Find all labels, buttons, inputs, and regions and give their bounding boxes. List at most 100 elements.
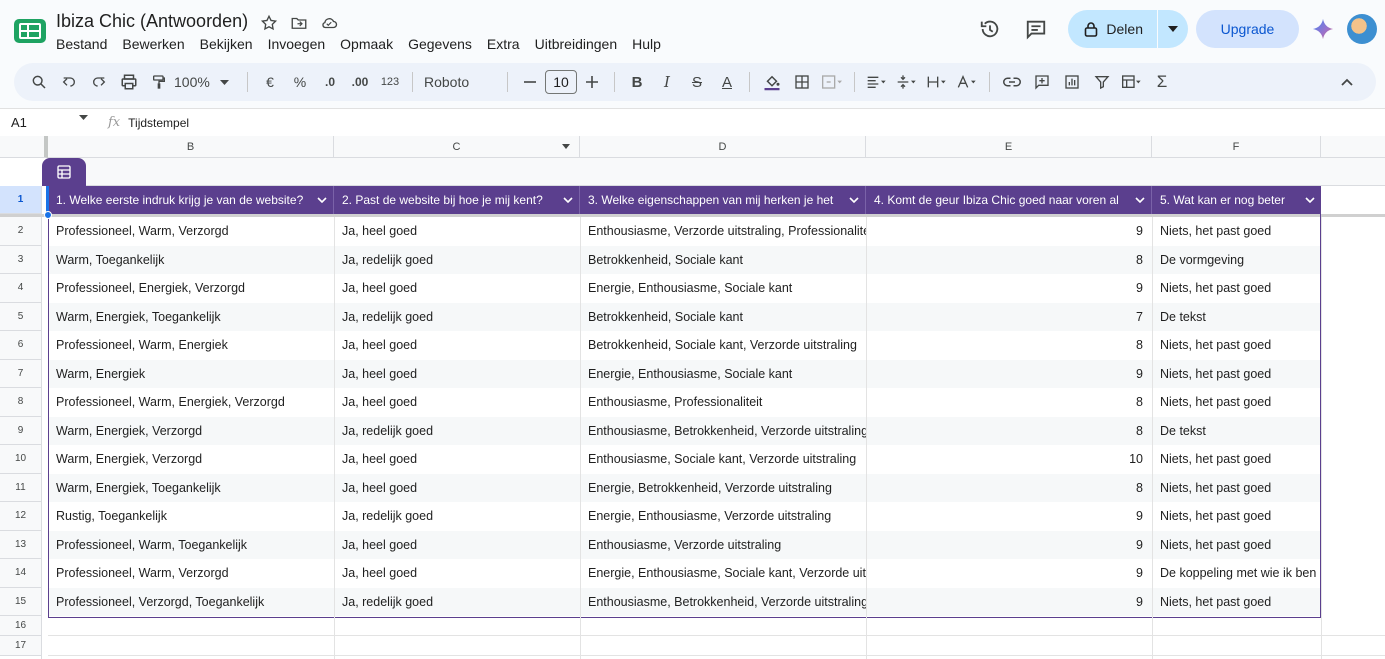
header-cell-d[interactable]: 3. Welke eigenschappen van mij herken je… bbox=[580, 186, 866, 214]
chevron-down-icon[interactable] bbox=[843, 197, 865, 203]
response-improvement-cell[interactable]: Niets, het past goed bbox=[1152, 502, 1321, 531]
menu-bestand[interactable]: Bestand bbox=[56, 36, 107, 52]
response-score-cell[interactable]: 9 bbox=[866, 217, 1152, 246]
response-impression-cell[interactable]: Warm, Energiek, Verzorgd bbox=[48, 445, 334, 474]
row-header[interactable]: 9 bbox=[0, 416, 41, 445]
comments-icon[interactable] bbox=[1018, 11, 1054, 47]
response-fit-cell[interactable]: Ja, redelijk goed bbox=[334, 588, 580, 617]
increase-decimals-button[interactable]: .00 bbox=[345, 68, 375, 96]
row-header[interactable]: 10 bbox=[0, 445, 41, 474]
filter-icon[interactable] bbox=[1087, 68, 1117, 96]
increase-font-size-icon[interactable] bbox=[577, 68, 607, 96]
response-fit-cell[interactable]: Ja, redelijk goed bbox=[334, 502, 580, 531]
row-header[interactable]: 4 bbox=[0, 274, 41, 303]
formula-input[interactable]: Tijdstempel bbox=[128, 116, 189, 130]
response-improvement-cell[interactable]: De koppeling met wie ik ben bbox=[1152, 559, 1321, 588]
column-header-g[interactable] bbox=[1321, 136, 1385, 158]
response-impression-cell[interactable]: Professioneel, Verzorgd, Toegankelijk bbox=[48, 588, 334, 617]
redo-icon[interactable] bbox=[84, 68, 114, 96]
search-menus-icon[interactable] bbox=[24, 68, 54, 96]
response-improvement-cell[interactable]: De vormgeving bbox=[1152, 246, 1321, 275]
text-rotation-icon[interactable] bbox=[952, 68, 982, 96]
response-improvement-cell[interactable]: Niets, het past goed bbox=[1152, 360, 1321, 389]
response-improvement-cell[interactable]: Niets, het past goed bbox=[1152, 274, 1321, 303]
response-improvement-cell[interactable]: Niets, het past goed bbox=[1152, 217, 1321, 246]
response-impression-cell[interactable]: Warm, Energiek, Toegankelijk bbox=[48, 303, 334, 332]
paint-format-icon[interactable] bbox=[144, 68, 174, 96]
chevron-down-icon[interactable] bbox=[557, 197, 579, 203]
response-improvement-cell[interactable]: De tekst bbox=[1152, 303, 1321, 332]
document-title[interactable]: Ibiza Chic (Antwoorden) bbox=[56, 11, 248, 32]
response-improvement-cell[interactable]: Niets, het past goed bbox=[1152, 331, 1321, 360]
header-cell-c[interactable]: 2. Past de website bij hoe je mij kent? bbox=[334, 186, 580, 214]
response-score-cell[interactable]: 8 bbox=[866, 417, 1152, 446]
response-traits-cell[interactable]: Energie, Enthousiasme, Sociale kant bbox=[580, 360, 866, 389]
print-icon[interactable] bbox=[114, 68, 144, 96]
vertical-align-icon[interactable] bbox=[892, 68, 922, 96]
chevron-down-icon[interactable] bbox=[1299, 197, 1321, 203]
column-header-d[interactable]: D bbox=[580, 136, 866, 158]
response-impression-cell[interactable]: Professioneel, Energiek, Verzorgd bbox=[48, 274, 334, 303]
response-fit-cell[interactable]: Ja, heel goed bbox=[334, 360, 580, 389]
response-traits-cell[interactable]: Enthousiasme, Betrokkenheid, Verzorde ui… bbox=[580, 588, 866, 617]
response-impression-cell[interactable]: Rustig, Toegankelijk bbox=[48, 502, 334, 531]
chevron-down-icon[interactable] bbox=[311, 197, 333, 203]
insert-link-icon[interactable] bbox=[997, 68, 1027, 96]
response-improvement-cell[interactable]: Niets, het past goed bbox=[1152, 531, 1321, 560]
gemini-sparkle-icon[interactable] bbox=[1309, 15, 1337, 43]
response-traits-cell[interactable]: Enthousiasme, Verzorde uitstraling, Prof… bbox=[580, 217, 866, 246]
row-header[interactable]: 13 bbox=[0, 530, 41, 559]
text-wrapping-icon[interactable] bbox=[922, 68, 952, 96]
row-header[interactable]: 1 bbox=[0, 186, 41, 214]
menu-invoegen[interactable]: Invoegen bbox=[268, 36, 326, 52]
cloud-status-icon[interactable] bbox=[319, 13, 339, 33]
menu-bekijken[interactable]: Bekijken bbox=[200, 36, 253, 52]
response-improvement-cell[interactable]: Niets, het past goed bbox=[1152, 474, 1321, 503]
response-score-cell[interactable]: 9 bbox=[866, 360, 1152, 389]
decrease-font-size-icon[interactable] bbox=[515, 68, 545, 96]
response-fit-cell[interactable]: Ja, redelijk goed bbox=[334, 417, 580, 446]
response-traits-cell[interactable]: Betrokkenheid, Sociale kant bbox=[580, 303, 866, 332]
select-all-corner[interactable] bbox=[0, 136, 48, 158]
response-impression-cell[interactable]: Professioneel, Warm, Energiek, Verzorgd bbox=[48, 388, 334, 417]
response-impression-cell[interactable]: Warm, Energiek, Toegankelijk bbox=[48, 474, 334, 503]
undo-icon[interactable] bbox=[54, 68, 84, 96]
response-fit-cell[interactable]: Ja, heel goed bbox=[334, 531, 580, 560]
response-impression-cell[interactable]: Professioneel, Warm, Toegankelijk bbox=[48, 531, 334, 560]
font-size-input[interactable]: 10 bbox=[545, 70, 577, 94]
response-traits-cell[interactable]: Betrokkenheid, Sociale kant bbox=[580, 246, 866, 275]
response-fit-cell[interactable]: Ja, redelijk goed bbox=[334, 246, 580, 275]
response-score-cell[interactable]: 9 bbox=[866, 588, 1152, 617]
menu-gegevens[interactable]: Gegevens bbox=[408, 36, 472, 52]
header-cell-e[interactable]: 4. Komt de geur Ibiza Chic goed naar vor… bbox=[866, 186, 1152, 214]
row-header[interactable]: 17 bbox=[0, 636, 41, 656]
user-avatar[interactable] bbox=[1347, 14, 1377, 44]
response-traits-cell[interactable]: Enthousiasme, Betrokkenheid, Verzorde ui… bbox=[580, 417, 866, 446]
row-header[interactable]: 6 bbox=[0, 331, 41, 360]
response-score-cell[interactable]: 9 bbox=[866, 274, 1152, 303]
row-header[interactable]: 16 bbox=[0, 616, 41, 636]
text-color-icon[interactable]: A bbox=[712, 68, 742, 96]
response-score-cell[interactable]: 8 bbox=[866, 331, 1152, 360]
response-score-cell[interactable]: 9 bbox=[866, 531, 1152, 560]
table-menu-button[interactable] bbox=[42, 158, 86, 186]
response-impression-cell[interactable]: Professioneel, Warm, Verzorgd bbox=[48, 559, 334, 588]
row-header[interactable]: 7 bbox=[0, 359, 41, 388]
insert-chart-icon[interactable] bbox=[1057, 68, 1087, 96]
row-header[interactable]: 12 bbox=[0, 502, 41, 531]
response-traits-cell[interactable]: Enthousiasme, Verzorde uitstraling bbox=[580, 531, 866, 560]
response-impression-cell[interactable]: Warm, Energiek bbox=[48, 360, 334, 389]
column-header-b[interactable]: B bbox=[48, 136, 334, 158]
move-folder-icon[interactable] bbox=[289, 13, 309, 33]
insert-comment-icon[interactable] bbox=[1027, 68, 1057, 96]
decrease-decimals-button[interactable]: .0 bbox=[315, 68, 345, 96]
response-impression-cell[interactable]: Professioneel, Warm, Verzorgd bbox=[48, 217, 334, 246]
response-improvement-cell[interactable]: Niets, het past goed bbox=[1152, 445, 1321, 474]
response-fit-cell[interactable]: Ja, heel goed bbox=[334, 217, 580, 246]
response-fit-cell[interactable]: Ja, heel goed bbox=[334, 559, 580, 588]
row-header[interactable]: 2 bbox=[0, 217, 41, 246]
response-traits-cell[interactable]: Enthousiasme, Professionaliteit bbox=[580, 388, 866, 417]
response-traits-cell[interactable]: Enthousiasme, Sociale kant, Verzorde uit… bbox=[580, 445, 866, 474]
merge-cells-icon[interactable] bbox=[817, 68, 847, 96]
response-impression-cell[interactable]: Warm, Toegankelijk bbox=[48, 246, 334, 275]
